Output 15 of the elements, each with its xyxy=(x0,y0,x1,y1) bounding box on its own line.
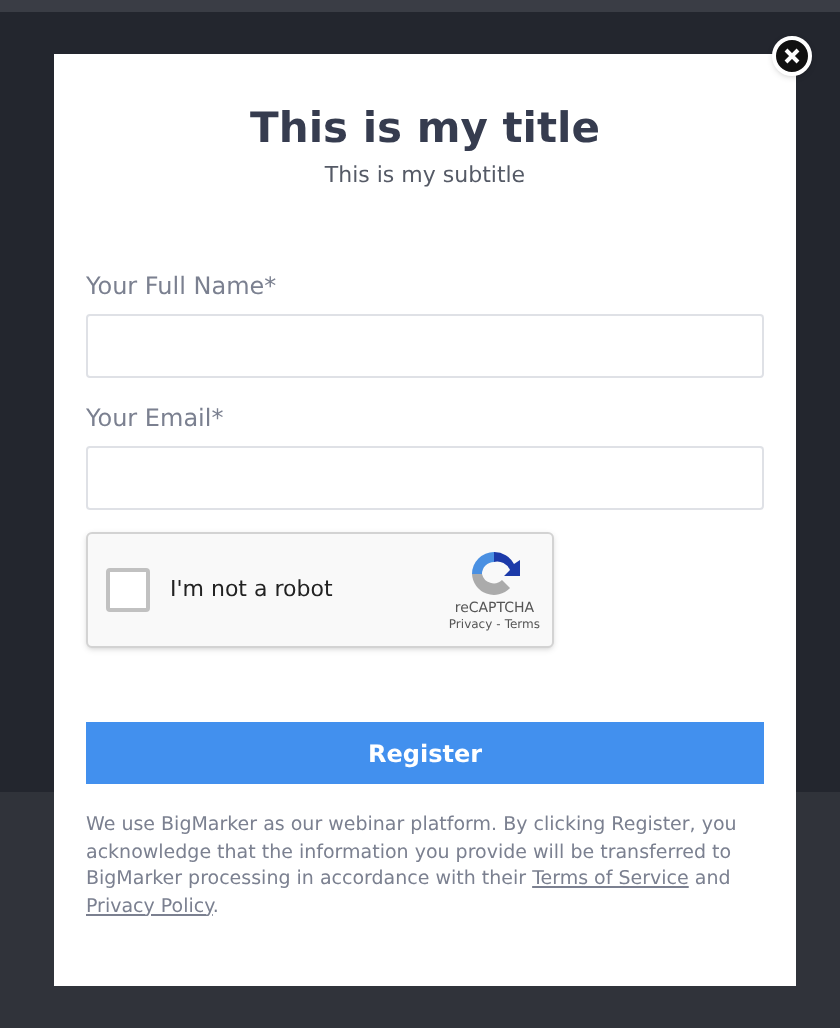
policy-link[interactable]: Privacy Policy xyxy=(86,895,213,917)
modal-subtitle: This is my subtitle xyxy=(324,162,526,190)
captcha-checkbox[interactable] xyxy=(106,568,150,612)
close-button[interactable] xyxy=(772,36,812,76)
close-icon xyxy=(784,48,800,64)
input-field[interactable] xyxy=(86,314,764,378)
register-button[interactable]: Register xyxy=(86,722,764,784)
captcha-label: I'm not a robot xyxy=(170,573,335,606)
field-label: Your Email* xyxy=(86,402,224,434)
policy-link[interactable]: Terms of Service xyxy=(532,868,689,890)
field-label: Your Full Name* xyxy=(86,270,277,302)
recaptcha-logo-icon xyxy=(468,547,521,599)
input-field[interactable] xyxy=(86,446,764,510)
disclaimer-text: We use BigMarker as our webinar platform. By clicking Register, you acknowledge that the information you provide will be transferred to BigMarker processing in accordance with their Terms of Service and Privacy Policy. xyxy=(86,812,739,920)
modal-title: This is my title xyxy=(250,102,600,154)
